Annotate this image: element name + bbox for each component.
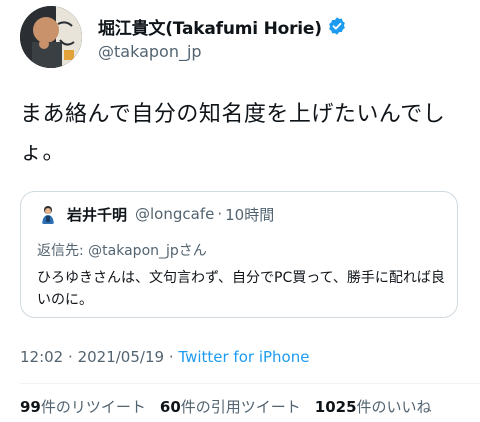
meta-separator-2: · [168, 348, 174, 366]
likes-label: 件のいいね [356, 398, 432, 416]
verified-badge-icon [328, 17, 345, 35]
quoted-tweet-time[interactable]: 10時間 [225, 204, 274, 225]
stats-divider [20, 383, 480, 384]
author-name-row: 堀江貴文(Takafumi Horie) [98, 14, 347, 39]
tweet-metadata: 12:02 · 2021/05/19 · Twitter for iPhone [20, 348, 309, 366]
quotes-count: 60 [159, 398, 181, 416]
retweets-label: 件のリツイート [40, 398, 146, 416]
engagement-stats: 99件のリツイート 60件の引用ツイート 1025件のいいね [20, 396, 446, 417]
quote-tweets-stat[interactable]: 60件の引用ツイート [160, 396, 301, 417]
quoted-tweet-header: 岩井千明 @longcafe · 10時間 [37, 203, 274, 225]
quoted-author-handle[interactable]: @longcafe [135, 205, 214, 223]
tweet-author: 堀江貴文(Takafumi Horie) @takapon_jp [20, 0, 347, 74]
tweet-date[interactable]: 2021/05/19 [78, 348, 164, 366]
likes-count: 1025 [314, 398, 357, 416]
reply-mention[interactable]: @takapon_jp [88, 243, 179, 259]
quotes-label: 件の引用ツイート [180, 398, 301, 416]
tweet-time[interactable]: 12:02 [20, 348, 63, 366]
meta-separator: · [68, 348, 73, 366]
tweet-text: まあ絡んで自分の知名度を上げたいんでしょ。 [20, 102, 446, 165]
author-display-name[interactable]: 堀江貴文(Takafumi Horie) [98, 14, 322, 39]
quoted-author-avatar[interactable] [37, 203, 59, 225]
author-handle[interactable]: @takapon_jp [98, 42, 347, 61]
tweet-source-link[interactable]: Twitter for iPhone [178, 348, 309, 366]
reply-prefix: 返信先: [37, 243, 89, 259]
quoted-reply-to: 返信先: @takapon_jpさん [37, 240, 207, 260]
quoted-tweet-card[interactable]: 岩井千明 @longcafe · 10時間 返信先: @takapon_jpさん… [20, 191, 458, 318]
quoted-author-name[interactable]: 岩井千明 [67, 204, 127, 225]
author-avatar-image [20, 6, 82, 68]
retweets-count: 99 [20, 398, 41, 416]
author-avatar[interactable] [20, 6, 82, 68]
quoted-separator: · [217, 205, 223, 223]
quoted-tweet-text: ひろゆきさんは、文句言わず、自分でPC買って、勝手に配れば良いのに。 [37, 270, 445, 308]
reply-suffix: さん [178, 243, 207, 259]
likes-stat[interactable]: 1025件のいいね [315, 396, 432, 417]
quoted-avatar-image [37, 203, 59, 225]
author-names: 堀江貴文(Takafumi Horie) @takapon_jp [98, 14, 347, 61]
retweets-stat[interactable]: 99件のリツイート [20, 396, 146, 417]
